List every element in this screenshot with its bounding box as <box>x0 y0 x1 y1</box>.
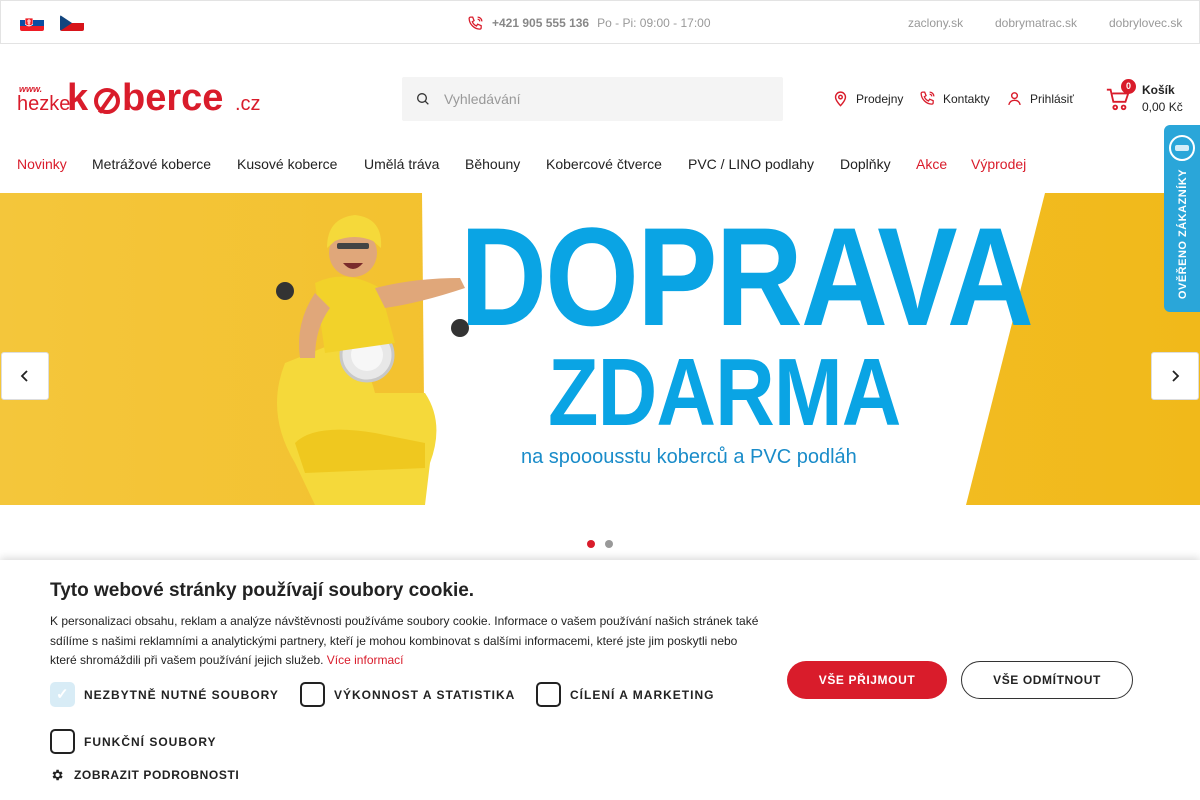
logo-hezke: hezke <box>17 93 71 115</box>
phone-icon <box>468 15 483 30</box>
location-pin-icon <box>834 91 847 107</box>
banner-next-button[interactable] <box>1151 352 1199 400</box>
cart-amount: 0,00 Kč <box>1142 100 1183 114</box>
nav-metrazove-koberce[interactable]: Metrážové koberce <box>92 156 211 172</box>
nav-umela-trava[interactable]: Umělá tráva <box>364 156 439 172</box>
czech-flag-icon[interactable] <box>60 15 84 31</box>
checkbox-functional-box[interactable] <box>50 729 75 754</box>
verified-label: OVĚŘENO ZÁKAZNÍKY <box>1177 168 1189 300</box>
contacts-label: Kontakty <box>943 91 990 106</box>
login-link[interactable]: Prihlásiť <box>1006 90 1074 107</box>
link-dobrymatrac[interactable]: dobrymatrac.sk <box>995 16 1077 30</box>
cookie-description: K personalizaci obsahu, reklam a analýze… <box>50 612 760 671</box>
top-bar: +421 905 555 136 Po - Pi: 09:00 - 17:00 … <box>0 0 1200 44</box>
hero-banner[interactable]: DOPRAVA ZDARMA na spooousstu koberců a P… <box>0 193 1200 505</box>
cart-count-badge: 0 <box>1121 79 1136 94</box>
chevron-right-icon <box>1172 370 1180 382</box>
nav-akce[interactable]: Akce <box>916 156 947 172</box>
login-label: Prihlásiť <box>1030 91 1074 106</box>
phone-number[interactable]: +421 905 555 136 <box>492 16 589 30</box>
scooter-rider-illustration <box>276 215 469 505</box>
banner-subline: na spooousstu koberců a PVC podláh <box>521 446 857 468</box>
accept-all-button[interactable]: VŠE PŘIJMOUT <box>787 661 947 699</box>
checkbox-performance-box[interactable] <box>300 682 325 707</box>
checkbox-necessary-label: NEZBYTNĚ NUTNÉ SOUBORY <box>84 687 279 702</box>
show-details-toggle[interactable]: ZOBRAZIT PODROBNOSTI <box>50 768 239 782</box>
logo-ring <box>94 88 120 114</box>
more-info-link[interactable]: Více informací <box>327 653 404 667</box>
cookie-text: K personalizaci obsahu, reklam a analýze… <box>50 614 759 667</box>
checkbox-targeting-label: CÍLENÍ A MARKETING <box>570 687 715 702</box>
chevron-left-icon <box>20 370 28 382</box>
user-icon <box>1008 92 1021 106</box>
slide-dot-2[interactable] <box>605 540 613 548</box>
slide-dot-1[interactable] <box>587 540 595 548</box>
checkbox-targeting-box[interactable] <box>536 682 561 707</box>
opening-hours: Po - Pi: 09:00 - 17:00 <box>597 16 711 30</box>
cookie-consent-panel: Tyto webové stránky používají soubory co… <box>0 560 1200 800</box>
verified-by-customers-badge[interactable]: OVĚŘENO ZÁKAZNÍKY <box>1164 125 1200 312</box>
checkbox-functional-label: FUNKČNÍ SOUBORY <box>84 734 217 749</box>
logo-cz: .cz <box>235 93 261 115</box>
main-nav: Novinky Metrážové koberce Kusové koberce… <box>0 150 1200 193</box>
contacts-link[interactable]: Kontakty <box>919 90 990 107</box>
logo-berce: berce <box>122 77 224 119</box>
checkbox-functional[interactable]: FUNKČNÍ SOUBORY <box>50 729 217 754</box>
cart[interactable]: 0 Košík 0,00 Kč <box>1105 79 1195 118</box>
slovakia-flag-icon[interactable] <box>20 15 44 31</box>
link-zaclony[interactable]: zaclony.sk <box>908 16 963 30</box>
site-logo[interactable]: www. hezke k berce .cz <box>17 77 262 120</box>
stores-label: Prodejny <box>856 91 904 106</box>
cookie-title: Tyto webové stránky používají soubory co… <box>50 580 475 601</box>
nav-behouny[interactable]: Běhouny <box>465 156 520 172</box>
nav-vyprodej[interactable]: Výprodej <box>971 156 1026 172</box>
checkbox-performance[interactable]: VÝKONNOST A STATISTIKA <box>300 682 515 707</box>
search-icon[interactable] <box>415 91 431 107</box>
link-dobrylovec[interactable]: dobrylovec.sk <box>1109 16 1182 30</box>
cart-label: Košík <box>1142 83 1175 97</box>
show-details-label: ZOBRAZIT PODROBNOSTI <box>74 768 240 782</box>
nav-kobercove-ctverce[interactable]: Kobercové čtverce <box>546 156 662 172</box>
nav-novinky[interactable]: Novinky <box>17 156 67 172</box>
verified-seal-icon <box>1169 135 1195 161</box>
banner-prev-button[interactable] <box>1 352 49 400</box>
nav-doplnky[interactable]: Doplňky <box>840 156 891 172</box>
nav-pvc-lino[interactable]: PVC / LINO podlahy <box>688 156 814 172</box>
logo-k: k <box>67 77 89 119</box>
nav-kusove-koberce[interactable]: Kusové koberce <box>237 156 337 172</box>
gear-icon <box>52 769 63 781</box>
phone-icon <box>920 91 935 105</box>
phone-contact[interactable]: +421 905 555 136 Po - Pi: 09:00 - 17:00 <box>467 15 711 31</box>
search-box[interactable] <box>402 77 783 121</box>
checkbox-performance-label: VÝKONNOST A STATISTIKA <box>334 687 516 702</box>
banner-headline-doprava: DOPRAVA <box>460 198 1034 355</box>
reject-all-button[interactable]: VŠE ODMÍTNOUT <box>961 661 1133 699</box>
stores-link[interactable]: Prodejny <box>832 90 903 107</box>
banner-headline-zdarma: ZDARMA <box>548 339 901 446</box>
checkbox-necessary-box[interactable] <box>50 682 75 707</box>
checkbox-necessary[interactable]: NEZBYTNĚ NUTNÉ SOUBORY <box>50 682 279 707</box>
checkbox-targeting[interactable]: CÍLENÍ A MARKETING <box>536 682 714 707</box>
search-input[interactable] <box>444 91 764 107</box>
